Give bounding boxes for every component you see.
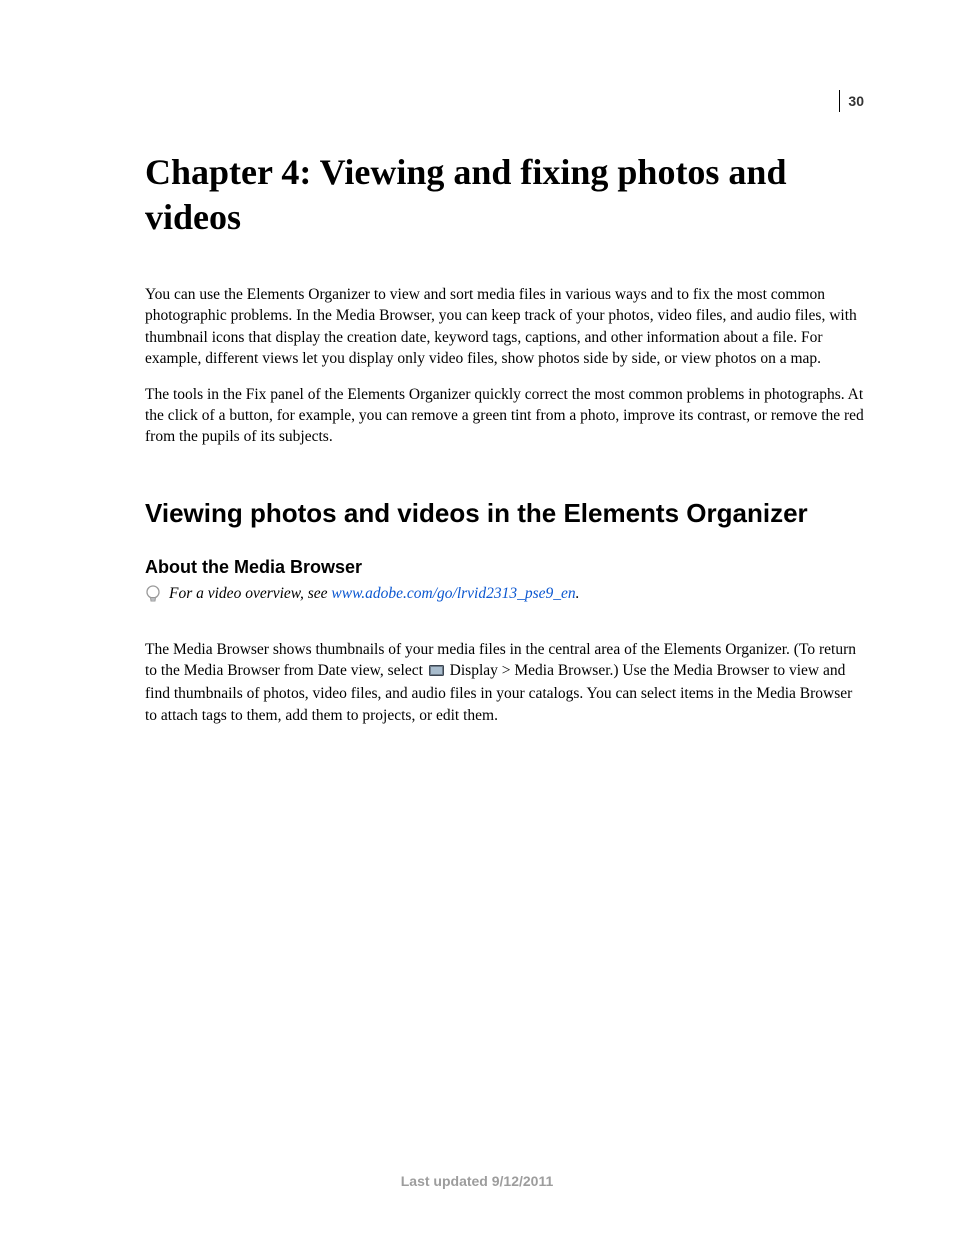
chapter-title: Chapter 4: Viewing and fixing photos and… bbox=[145, 150, 864, 240]
document-page: 30 Chapter 4: Viewing and fixing photos … bbox=[0, 0, 954, 1235]
page-number: 30 bbox=[839, 90, 864, 112]
tip-suffix: . bbox=[576, 585, 580, 602]
intro-paragraph-1: You can use the Elements Organizer to vi… bbox=[145, 284, 864, 370]
lightbulb-icon bbox=[145, 584, 161, 611]
tip-text: For a video overview, see www.adobe.com/… bbox=[169, 584, 580, 604]
footer-last-updated: Last updated 9/12/2011 bbox=[0, 1173, 954, 1189]
tip-prefix: For a video overview, see bbox=[169, 585, 331, 602]
intro-paragraph-2: The tools in the Fix panel of the Elemen… bbox=[145, 384, 864, 448]
display-icon bbox=[429, 662, 444, 683]
video-overview-link[interactable]: www.adobe.com/go/lrvid2313_pse9_en bbox=[331, 585, 575, 602]
section-title: Viewing photos and videos in the Element… bbox=[145, 498, 864, 529]
tip-row: For a video overview, see www.adobe.com/… bbox=[145, 584, 864, 611]
subsection-title: About the Media Browser bbox=[145, 557, 864, 578]
body-paragraph-1: The Media Browser shows thumbnails of yo… bbox=[145, 639, 864, 727]
